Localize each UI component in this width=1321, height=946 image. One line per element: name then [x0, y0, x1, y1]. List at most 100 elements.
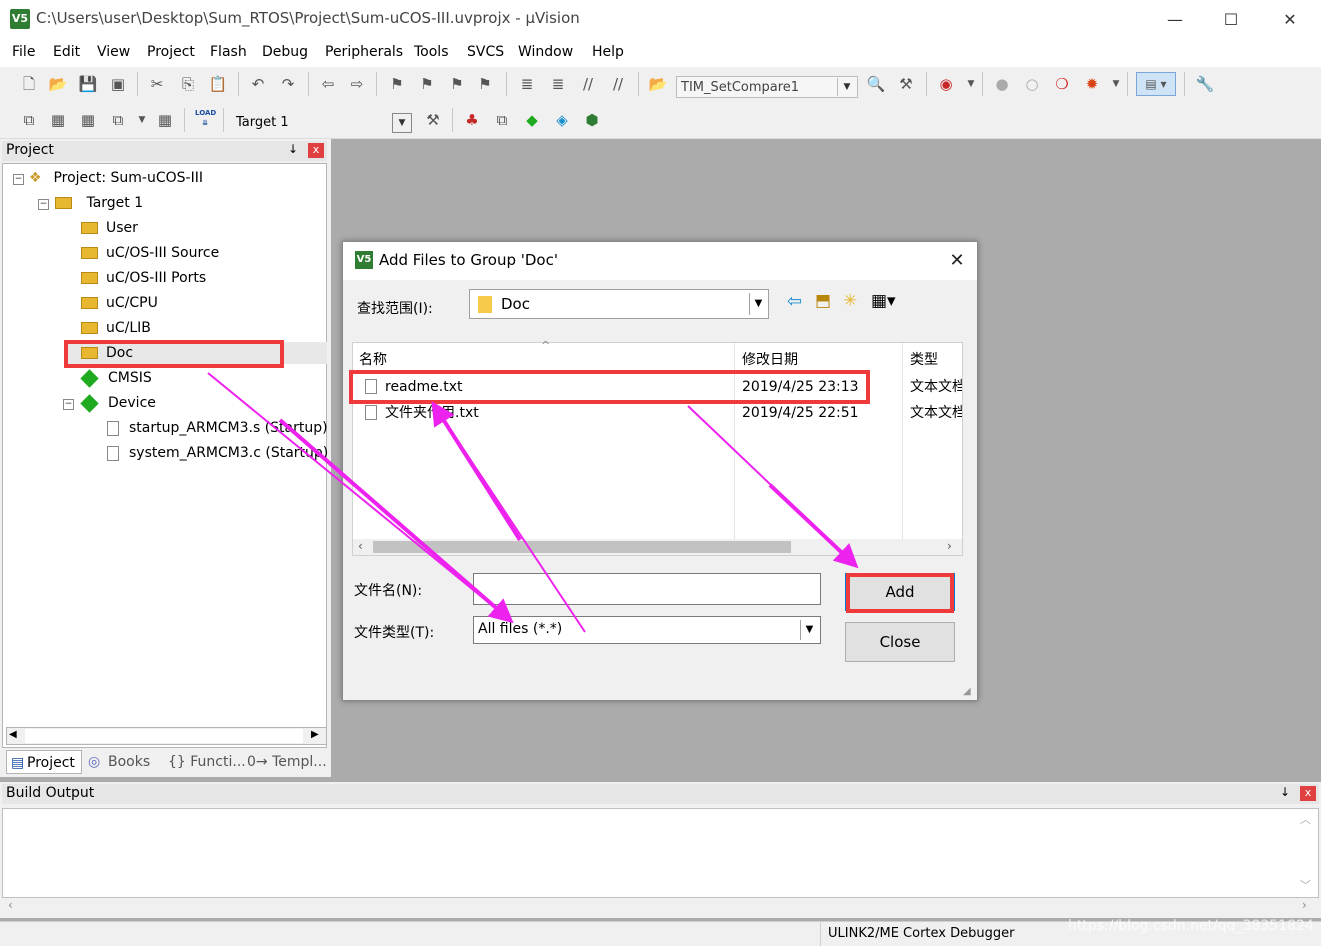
scroll-left-icon[interactable]: ‹ [8, 898, 13, 912]
replace-icon[interactable]: ⚒ [896, 74, 916, 94]
clear-bookmarks-icon[interactable]: ⚑ [475, 74, 495, 94]
pack-update-icon[interactable]: ⬢ [582, 110, 602, 130]
file-list-hscrollbar[interactable]: ‹ › [353, 539, 962, 555]
navigate-back-icon[interactable]: ⇦ [318, 74, 338, 94]
tab-books[interactable]: ◎ Books [88, 750, 150, 774]
kill-breakpoints-icon[interactable]: ✹ [1082, 74, 1102, 94]
tree-project-root[interactable]: ❖ Project: Sum-uCOS-III [29, 167, 203, 189]
find-in-files-icon[interactable]: 📂 [648, 74, 668, 94]
new-file-icon[interactable]: 🗋 [19, 74, 39, 94]
chevron-down-icon[interactable]: ▼ [392, 113, 412, 133]
batch-build-icon[interactable]: ⧉ [108, 110, 128, 130]
menu-file[interactable]: File [12, 44, 35, 60]
prev-bookmark-icon[interactable]: ⚑ [417, 74, 437, 94]
scroll-left-icon[interactable]: ◀ [9, 729, 17, 740]
scroll-right-icon[interactable]: › [1302, 898, 1307, 912]
back-arrow-icon[interactable]: ⇦ [787, 291, 802, 312]
file-row[interactable]: 文件夹作用.txt 2019/4/25 22:51 文本文档 [353, 401, 962, 425]
scroll-right-icon[interactable]: › [947, 539, 952, 553]
paste-icon[interactable]: 📋 [208, 74, 228, 94]
translate-icon[interactable]: ⧉ [19, 110, 39, 130]
panel-close-icon[interactable]: x [308, 143, 324, 158]
horizontal-scrollbar[interactable]: ◀ ▶ [6, 727, 327, 745]
column-header-name[interactable]: 名称 [359, 349, 387, 369]
filename-input[interactable] [473, 573, 821, 605]
cut-icon[interactable]: ✂ [147, 74, 167, 94]
rebuild-icon[interactable]: ▦ [78, 110, 98, 130]
tree-group-uclib[interactable]: uC/LIB [81, 317, 151, 339]
enable-breakpoint-icon[interactable]: ○ [1022, 74, 1042, 94]
tree-group-ucos-source[interactable]: uC/OS-III Source [81, 242, 219, 264]
collapse-icon[interactable]: − [38, 199, 49, 210]
dialog-close-icon[interactable]: ✕ [943, 248, 971, 274]
file-extensions-icon[interactable]: ♣ [462, 110, 482, 130]
build-output-text[interactable]: ︿ ﹀ [2, 808, 1319, 898]
column-header-modified[interactable]: 修改日期 [742, 349, 798, 369]
chevron-down-icon[interactable]: ▼ [837, 78, 856, 96]
menu-tools[interactable]: Tools [414, 44, 449, 60]
pin-icon[interactable]: ↓ [1280, 785, 1290, 799]
chevron-down-icon[interactable]: ▼ [749, 293, 767, 315]
filetype-select[interactable]: All files (*.*) ▼ [473, 616, 821, 644]
new-folder-icon[interactable]: ✳ [843, 291, 857, 311]
close-button[interactable]: ✕ [1267, 6, 1313, 34]
open-file-icon[interactable]: 📂 [48, 74, 68, 94]
tab-project[interactable]: ▤ Project [6, 750, 82, 774]
bookmark-icon[interactable]: ⚑ [387, 74, 407, 94]
redo-icon[interactable]: ↷ [278, 74, 298, 94]
view-menu-icon[interactable]: ▦▾ [871, 291, 896, 311]
chevron-down-icon[interactable]: ▼ [800, 620, 818, 640]
tree-device[interactable]: Device [80, 392, 156, 414]
comment-icon[interactable]: // [578, 74, 598, 94]
scroll-down-icon[interactable]: ﹀ [1300, 877, 1311, 893]
configure-icon[interactable]: 🔧 [1195, 74, 1215, 94]
save-all-icon[interactable]: ▣ [108, 74, 128, 94]
tab-functions[interactable]: {} Functi... [168, 750, 246, 774]
chevron-down-icon[interactable]: ▼ [132, 110, 152, 130]
tree-group-user[interactable]: User [81, 217, 138, 239]
menu-window[interactable]: Window [518, 44, 573, 60]
menu-svcs[interactable]: SVCS [467, 44, 504, 60]
tree-target[interactable]: Target 1 [55, 192, 143, 214]
unindent-icon[interactable]: ≣ [548, 74, 568, 94]
debug-session-icon[interactable]: ◉ [936, 74, 956, 94]
scroll-left-icon[interactable]: ‹ [358, 539, 363, 553]
tree-cmsis[interactable]: CMSIS [80, 367, 152, 389]
find-icon[interactable]: 🔍 [866, 74, 886, 94]
download-icon[interactable]: LOAD ⇊ [195, 108, 216, 128]
minimize-button[interactable]: — [1152, 6, 1198, 34]
tab-templates[interactable]: 0→ Templ... [247, 750, 327, 774]
tree-file-startup[interactable]: startup_ARMCM3.s (Startup) [107, 417, 328, 439]
target-options-icon[interactable]: ⚒ [423, 110, 443, 130]
tree-group-ucos-ports[interactable]: uC/OS-III Ports [81, 267, 206, 289]
build-icon[interactable]: ▦ [48, 110, 68, 130]
resize-grip-icon[interactable]: ◢ [963, 686, 971, 697]
copy-icon[interactable]: ⎘ [178, 74, 198, 94]
scroll-up-icon[interactable]: ︿ [1300, 811, 1311, 827]
pack-installer-icon[interactable]: ◈ [552, 110, 572, 130]
chevron-down-icon[interactable]: ▼ [961, 74, 981, 94]
column-header-type[interactable]: 类型 [910, 349, 938, 369]
tree-file-system[interactable]: system_ARMCM3.c (Startup) [107, 442, 328, 464]
window-layout-icon[interactable]: ▤ ▾ [1136, 72, 1176, 96]
menu-edit[interactable]: Edit [53, 44, 80, 60]
menu-flash[interactable]: Flash [210, 44, 247, 60]
undo-icon[interactable]: ↶ [248, 74, 268, 94]
navigate-forward-icon[interactable]: ⇨ [347, 74, 367, 94]
build-output-hscrollbar[interactable]: ‹ › [2, 898, 1319, 916]
uncomment-icon[interactable]: // [608, 74, 628, 94]
tree-group-ucpu[interactable]: uC/CPU [81, 292, 158, 314]
scrollbar-track[interactable] [25, 729, 303, 743]
scrollbar-thumb[interactable] [373, 541, 791, 553]
pin-icon[interactable]: ↓ [288, 142, 298, 156]
maximize-button[interactable]: ☐ [1208, 6, 1254, 34]
collapse-icon[interactable]: − [63, 399, 74, 410]
indent-icon[interactable]: ≣ [517, 74, 537, 94]
collapse-icon[interactable]: − [13, 174, 24, 185]
insert-breakpoint-icon[interactable]: ● [992, 74, 1012, 94]
menu-view[interactable]: View [97, 44, 130, 60]
up-folder-icon[interactable]: ⬒ [815, 291, 831, 311]
panel-close-icon[interactable]: x [1300, 786, 1316, 801]
menu-peripherals[interactable]: Peripherals [325, 44, 403, 60]
next-bookmark-icon[interactable]: ⚑ [447, 74, 467, 94]
